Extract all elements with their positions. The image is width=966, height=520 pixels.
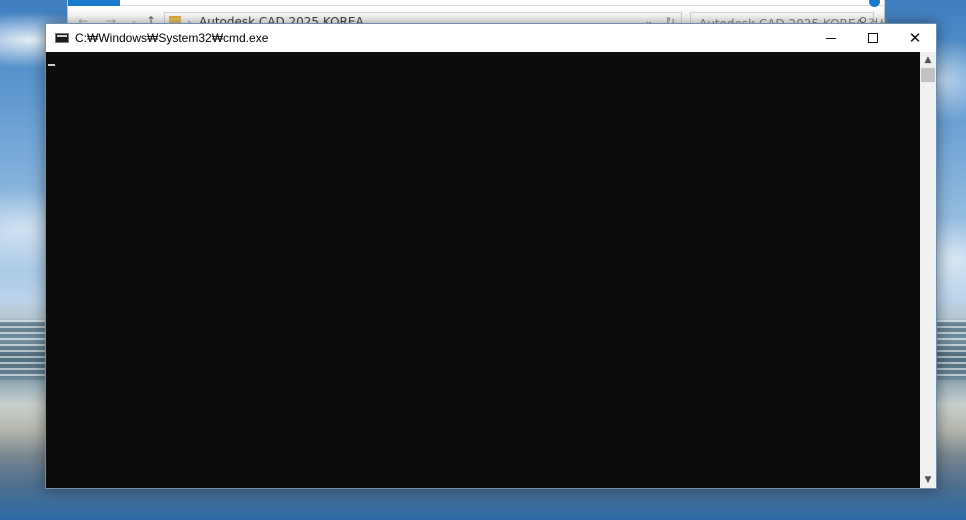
maximize-button[interactable] [852, 24, 894, 52]
scrollbar-thumb[interactable] [921, 68, 935, 82]
scroll-down-button[interactable]: ▼ [920, 472, 936, 488]
chevron-down-icon: ▼ [924, 475, 932, 485]
wallpaper-horizon-right [936, 320, 966, 380]
maximize-icon [868, 33, 878, 43]
minimize-icon [826, 37, 836, 39]
ribbon-file-tab[interactable] [68, 0, 120, 6]
window-title: C:₩Windows₩System32₩cmd.exe [75, 31, 269, 45]
console-output-area[interactable] [46, 52, 920, 488]
cmd-app-icon[interactable] [55, 33, 69, 43]
minimize-button[interactable] [810, 24, 852, 52]
vertical-scrollbar[interactable]: ▲ ▼ [920, 52, 936, 488]
close-button[interactable]: ✕ [894, 24, 936, 52]
cmd-titlebar[interactable]: C:₩Windows₩System32₩cmd.exe ✕ [46, 24, 936, 52]
scroll-up-button[interactable]: ▲ [920, 52, 936, 68]
chevron-up-icon: ▲ [924, 55, 932, 65]
close-icon: ✕ [908, 29, 922, 47]
ribbon-divider [120, 5, 884, 6]
text-cursor [48, 64, 55, 66]
cmd-window[interactable]: C:₩Windows₩System32₩cmd.exe ✕ ▲ ▼ [45, 23, 937, 489]
wallpaper-horizon-left [0, 320, 46, 380]
